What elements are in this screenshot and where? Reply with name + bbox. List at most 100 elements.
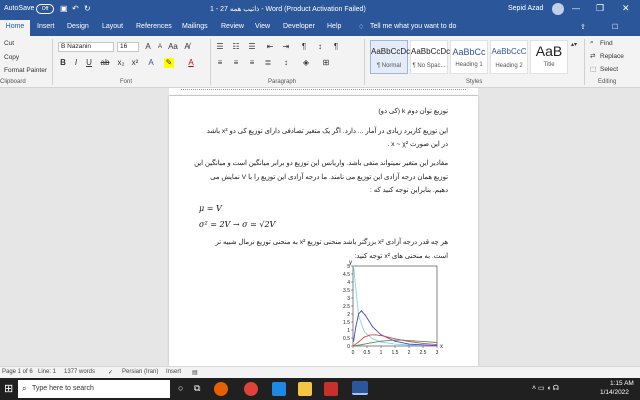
find-button[interactable]: Find (600, 40, 613, 47)
align-right-icon[interactable]: ≡ (246, 58, 258, 68)
tab-home[interactable]: Home (0, 20, 30, 36)
clear-formatting-icon[interactable]: A̸ (182, 42, 192, 52)
align-left-icon[interactable]: ≡ (214, 58, 226, 68)
bullets-icon[interactable]: ☰ (214, 42, 226, 52)
insert-mode[interactable]: Insert (166, 369, 181, 375)
copy-button[interactable]: Copy (4, 54, 19, 61)
grow-font-icon[interactable]: A (143, 42, 153, 52)
series-point (380, 334, 382, 336)
underline-icon[interactable]: U (84, 58, 94, 68)
styles-scroll-icon[interactable]: ▴▾ (570, 40, 578, 50)
tab-review[interactable]: Review (221, 23, 244, 30)
avatar[interactable] (552, 3, 564, 15)
cut-button[interactable]: Cut (4, 40, 14, 47)
tab-references[interactable]: References (136, 23, 172, 30)
format-painter-button[interactable]: Format Painter (4, 67, 47, 74)
clock-date[interactable]: 1/14/2022 (600, 389, 629, 396)
style-heading-1[interactable]: AaBbCc Heading 1 (450, 40, 488, 74)
style-title[interactable]: AaB Title (530, 40, 568, 74)
strikethrough-icon[interactable]: ab (100, 58, 110, 68)
shading-icon[interactable]: ◈ (300, 58, 312, 68)
change-case-icon[interactable]: Aa (168, 42, 178, 52)
firefox-icon[interactable] (214, 382, 228, 396)
taskbar-search[interactable]: ⌕ Type here to search (18, 380, 170, 398)
tab-view[interactable]: View (255, 23, 270, 30)
line-spacing-icon[interactable]: ↕ (280, 58, 292, 68)
replace-button[interactable]: Replace (600, 53, 624, 60)
comments-icon[interactable]: ☐ (612, 23, 618, 31)
tab-developer[interactable]: Developer (283, 23, 315, 30)
show-formatting-icon[interactable]: ¶ (330, 42, 342, 52)
plot-area (352, 265, 438, 347)
user-name[interactable]: Sepid Azad (508, 5, 543, 12)
replace-icon[interactable]: ⇄ (590, 52, 595, 60)
ltr-icon[interactable]: ¶ (298, 42, 310, 52)
style-heading-2[interactable]: AaBbCcC Heading 2 (490, 40, 528, 74)
ruler[interactable] (169, 88, 478, 96)
tab-layout[interactable]: Layout (102, 23, 123, 30)
series-point (436, 341, 438, 343)
font-size-select[interactable]: 16 (117, 42, 139, 52)
align-center-icon[interactable]: ≡ (230, 58, 242, 68)
file-explorer-icon[interactable] (298, 382, 312, 396)
bold-icon[interactable]: B (58, 58, 68, 68)
tab-mailings[interactable]: Mailings (182, 23, 208, 30)
justify-icon[interactable]: ≣ (262, 58, 274, 68)
tab-design[interactable]: Design (67, 23, 89, 30)
line-number[interactable]: Line: 1 (38, 369, 56, 375)
windows-start-icon[interactable]: ⊞ (4, 382, 13, 395)
close-icon[interactable]: ✕ (622, 3, 630, 14)
autosave-toggle[interactable]: Off (36, 4, 54, 14)
decrease-indent-icon[interactable]: ⇤ (264, 42, 276, 52)
task-view-icon[interactable]: ⧉ (194, 383, 200, 394)
maximize-icon[interactable]: ❐ (596, 3, 604, 14)
system-tray-icons[interactable]: ˄ ▭ ◖ ☊ (532, 384, 559, 392)
document-page[interactable]: توزیع توان دوم k (کی دو) این توزیع کاربر… (169, 96, 478, 366)
style-normal[interactable]: AaBbCcDc ¶ Normal (370, 40, 410, 74)
language[interactable]: Persian (Iran) (122, 369, 158, 375)
clock-time[interactable]: 1:15 AM (610, 380, 634, 387)
ribbon-tabs: Home Insert Design Layout References Mai… (0, 20, 640, 36)
word-taskbar-icon[interactable] (352, 381, 368, 395)
tab-insert[interactable]: Insert (37, 23, 55, 30)
y-tick-label: 3 (347, 296, 350, 302)
superscript-icon[interactable]: x² (130, 58, 140, 68)
tab-help[interactable]: Help (327, 23, 341, 30)
highlight-icon[interactable]: ✎ (164, 58, 174, 68)
borders-icon[interactable]: ⊞ (320, 58, 332, 68)
series-point (414, 340, 416, 342)
app-icon[interactable] (272, 382, 286, 396)
subscript-icon[interactable]: x₂ (116, 58, 126, 68)
pdf-reader-icon[interactable] (324, 382, 338, 396)
numbering-icon[interactable]: ☷ (230, 42, 242, 52)
save-icon[interactable]: ▣ (60, 4, 68, 13)
italic-icon[interactable]: I (71, 58, 81, 68)
ruler-ticks (181, 89, 466, 90)
proofing-icon[interactable]: ✓ (108, 369, 113, 376)
minimize-icon[interactable]: — (572, 4, 580, 13)
tell-me-box[interactable]: Tell me what you want to do (370, 23, 456, 30)
series-point (363, 331, 365, 333)
style-preview: AaBbCc (452, 47, 486, 57)
shrink-font-icon[interactable]: A (155, 42, 165, 52)
undo-icon[interactable]: ↶ (72, 4, 79, 13)
window-title: 1 - ذاتیب همه 27 - Word (Product Activat… (210, 6, 366, 13)
chi-square-chart[interactable]: 00.511.522.533.544.550 0.5 1 1.5 2 2.5 3yx (341, 258, 449, 362)
increase-indent-icon[interactable]: ⇥ (280, 42, 292, 52)
word-count[interactable]: 1377 words (64, 369, 95, 375)
redo-icon[interactable]: ↻ (84, 4, 91, 13)
select-button[interactable]: Select (600, 66, 618, 73)
font-color-icon[interactable]: A (186, 58, 196, 68)
cortana-icon[interactable]: ○ (178, 383, 183, 393)
text-effects-icon[interactable]: A (146, 58, 156, 68)
multilevel-list-icon[interactable]: ☰ (246, 42, 258, 52)
page-count[interactable]: Page 1 of 6 (2, 369, 33, 375)
style-no-spacing[interactable]: AaBbCcDc ¶ No Spac... (410, 40, 450, 74)
macro-record-icon[interactable]: ▤ (192, 369, 198, 376)
select-icon[interactable]: ⬚ (590, 65, 596, 73)
sort-icon[interactable]: ↕ (314, 42, 326, 52)
find-search-icon[interactable]: ⌕ (590, 39, 594, 47)
chrome-icon[interactable] (244, 382, 258, 396)
font-name-select[interactable]: B Nazanin (58, 42, 114, 52)
share-icon[interactable]: ⇪ (580, 23, 586, 31)
